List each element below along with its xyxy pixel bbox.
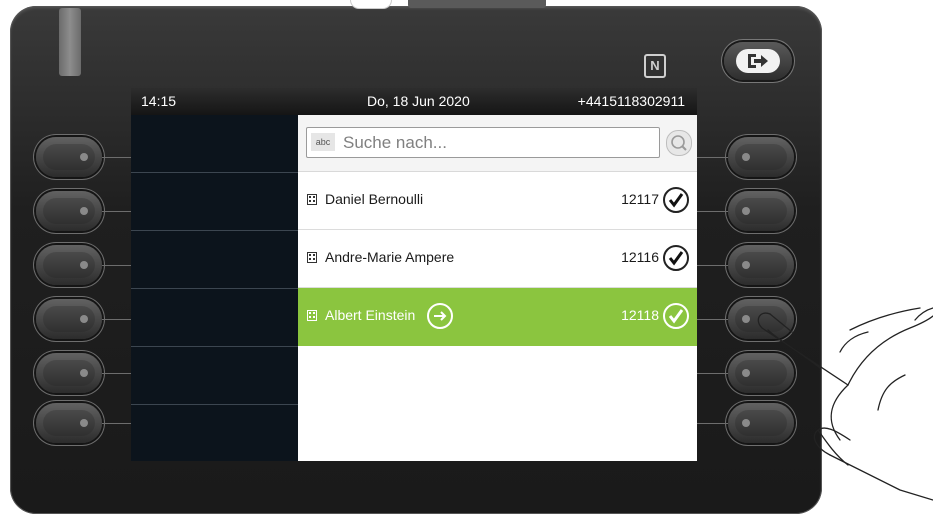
keyline (102, 211, 131, 212)
exit-icon (736, 49, 780, 73)
search-row: abc Suche nach... (298, 115, 697, 172)
panel-separator (131, 172, 298, 173)
building-icon (307, 252, 317, 263)
softkey-right-3[interactable] (728, 245, 794, 285)
top-notch (408, 0, 546, 8)
exit-button[interactable] (724, 42, 792, 80)
building-icon (307, 194, 317, 205)
status-number: +4415118302911 (577, 93, 685, 109)
checkmark-icon (663, 187, 689, 213)
panel-separator (131, 288, 298, 289)
panel-separator (131, 230, 298, 231)
softkey-right-1[interactable] (728, 137, 794, 177)
contact-row[interactable]: Daniel Bernoulli 12117 (298, 172, 697, 230)
keyline (697, 423, 728, 424)
contact-number: 12116 (621, 249, 659, 265)
softkey-left-2[interactable] (36, 191, 102, 231)
panel-separator (131, 404, 298, 405)
keyline (102, 373, 131, 374)
softkey-right-2[interactable] (728, 191, 794, 231)
left-softkey-panel (131, 115, 298, 461)
contact-row[interactable]: Andre-Marie Ampere 12116 (298, 230, 697, 288)
input-mode-tag: abc (311, 133, 335, 151)
contact-row-selected[interactable]: Albert Einstein 12118 (298, 288, 697, 346)
softkey-left-1[interactable] (36, 137, 102, 177)
checkmark-icon (663, 245, 689, 271)
keyline (697, 319, 728, 320)
softkey-left-6[interactable] (36, 403, 102, 443)
search-icon[interactable] (666, 130, 692, 156)
search-placeholder: Suche nach... (343, 133, 447, 152)
keyline (697, 157, 728, 158)
building-icon (307, 310, 317, 321)
contact-name: Daniel Bernoulli (325, 191, 424, 207)
nfc-icon: N (644, 54, 666, 78)
panel-separator (131, 346, 298, 347)
contact-number: 12118 (621, 307, 659, 323)
contact-name: Albert Einstein (325, 307, 416, 323)
status-time: 14:15 (141, 93, 177, 109)
keyline (102, 423, 131, 424)
contact-number: 12117 (621, 191, 659, 207)
top-bump (350, 0, 392, 9)
status-date: Do, 18 Jun 2020 (367, 93, 470, 109)
keyline (102, 157, 131, 158)
checkmark-icon (663, 303, 689, 329)
keyline (102, 265, 131, 266)
keyline (697, 211, 728, 212)
led-strip (59, 8, 81, 76)
keyline (102, 319, 131, 320)
keyline (697, 373, 728, 374)
search-input[interactable]: abc Suche nach... (306, 127, 660, 158)
softkey-left-5[interactable] (36, 353, 102, 393)
status-bar: 14:15 Do, 18 Jun 2020 +4415118302911 (131, 88, 697, 115)
display-screen: 14:15 Do, 18 Jun 2020 +4415118302911 abc… (131, 88, 697, 461)
contact-name: Andre-Marie Ampere (325, 249, 455, 265)
pointing-hand-illustration (757, 307, 933, 501)
arrow-right-icon[interactable] (427, 303, 453, 329)
contact-list-panel: abc Suche nach... Daniel Bernoulli 12117 (298, 115, 697, 461)
softkey-left-4[interactable] (36, 299, 102, 339)
keyline (697, 265, 728, 266)
softkey-left-3[interactable] (36, 245, 102, 285)
